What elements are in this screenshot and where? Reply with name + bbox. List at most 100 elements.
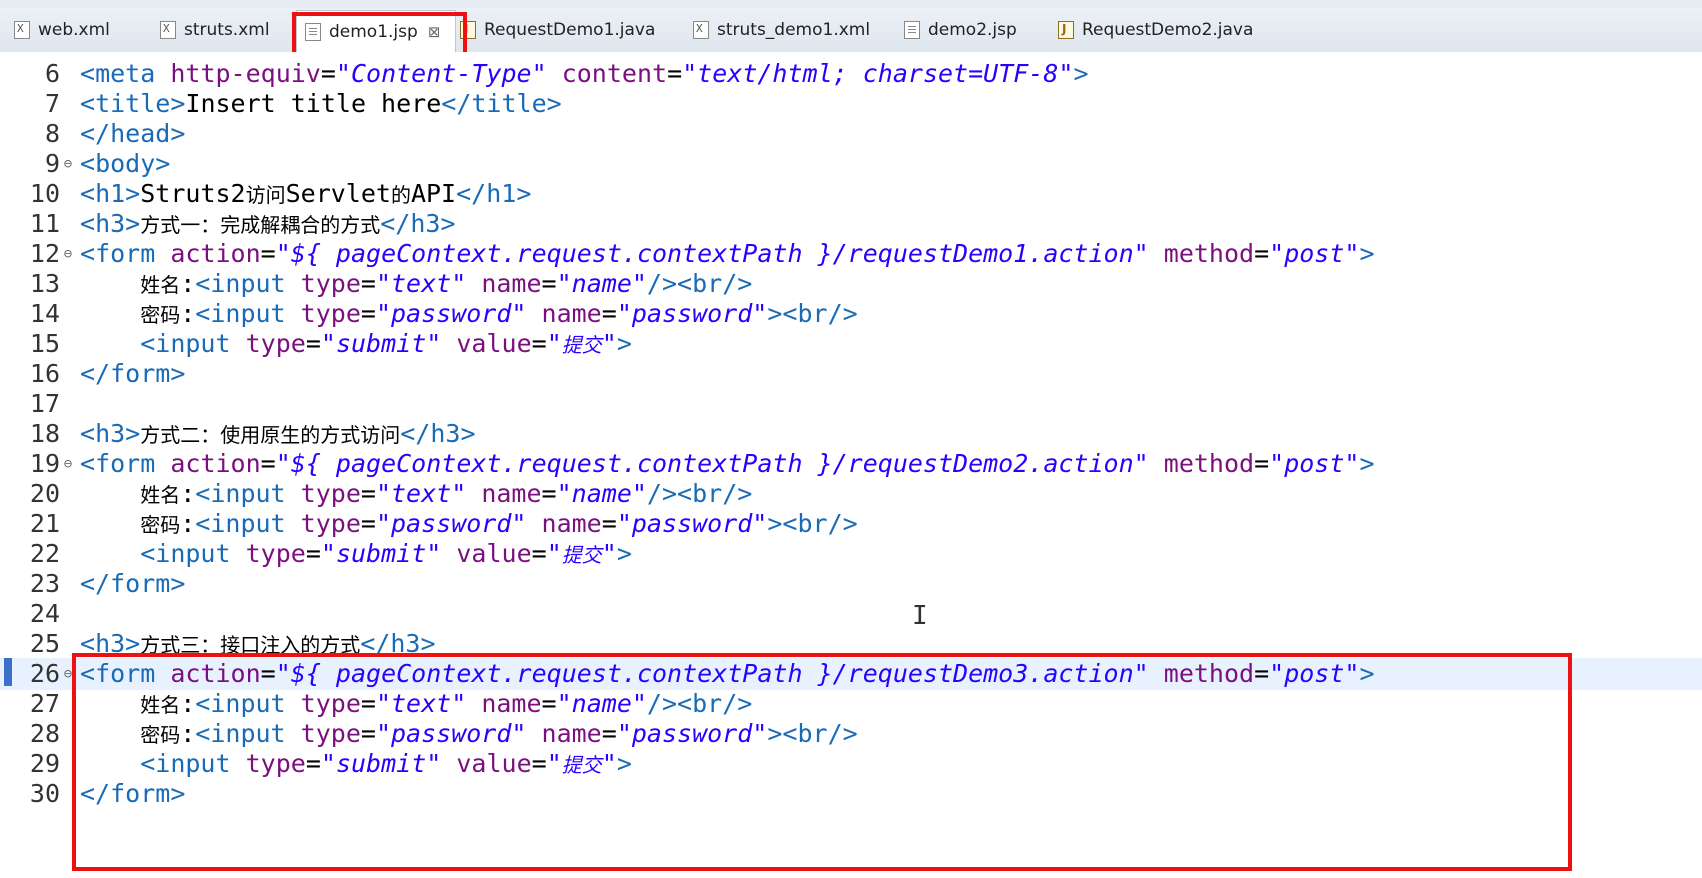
line-number: 21 — [29, 509, 60, 538]
code-line-29[interactable]: 29 <input type="submit" value="提交"> — [0, 748, 1702, 780]
line-number: 16 — [29, 359, 60, 388]
code-line-25[interactable]: 25 <h3>方式三：接口注入的方式</h3> — [0, 628, 1702, 660]
code-line-9[interactable]: 9 ⊖ <body> — [0, 148, 1702, 180]
code-line-16[interactable]: 16 </form> — [0, 358, 1702, 390]
code-text[interactable]: </form> — [80, 568, 185, 600]
tab-struts-demo1-xml[interactable]: struts_demo1.xml — [693, 10, 870, 50]
code-editor[interactable]: 6 <meta http-equiv="Content-Type" content… — [0, 52, 1702, 878]
tab-label: RequestDemo1.java — [484, 20, 656, 40]
code-text[interactable]: <h3>方式三：接口注入的方式</h3> — [80, 628, 436, 661]
line-number: 15 — [29, 329, 60, 358]
line-number: 27 — [29, 689, 60, 718]
code-line-30[interactable]: 30 </form> — [0, 778, 1702, 810]
line-number: 12 — [29, 239, 60, 268]
current-line-marker — [4, 658, 12, 686]
tab-label: struts.xml — [184, 20, 270, 40]
code-line-21[interactable]: 21 密码:<input type="password" name="passw… — [0, 508, 1702, 540]
xml-file-icon — [14, 21, 30, 39]
code-line-23[interactable]: 23 </form> — [0, 568, 1702, 600]
code-text[interactable]: </form> — [80, 778, 185, 810]
fold-toggle-icon[interactable]: ⊖ — [60, 448, 76, 480]
code-line-26[interactable]: 26 ⊖ <form action="${ pageContext.request.… — [0, 658, 1702, 690]
code-line-19[interactable]: 19 ⊖ <form action="${ pageContext.request.… — [0, 448, 1702, 480]
tab-struts-xml[interactable]: struts.xml — [160, 10, 270, 50]
code-text[interactable]: <meta http-equiv="Content-Type" content=… — [80, 58, 1089, 90]
line-number: 18 — [29, 419, 60, 448]
code-line-24[interactable]: 24 — [0, 598, 1702, 630]
fold-toggle-icon[interactable]: ⊖ — [60, 238, 76, 270]
tab-requestdemo2-java[interactable]: RequestDemo2.java — [1058, 10, 1253, 50]
code-text[interactable]: <input type="submit" value="提交"> — [80, 748, 632, 781]
line-number: 28 — [29, 719, 60, 748]
code-line-11[interactable]: 11 <h3>方式一：完成解耦合的方式</h3> — [0, 208, 1702, 240]
tab-label: demo1.jsp — [329, 21, 418, 42]
code-text[interactable]: <body> — [80, 148, 170, 180]
fold-toggle-icon[interactable]: ⊖ — [60, 148, 76, 180]
java-file-icon — [460, 21, 476, 39]
java-file-icon — [1058, 21, 1074, 39]
code-line-8[interactable]: 8 </head> — [0, 118, 1702, 150]
code-line-15[interactable]: 15 <input type="submit" value="提交"> — [0, 328, 1702, 360]
xml-file-icon — [693, 21, 709, 39]
code-line-6[interactable]: 6 <meta http-equiv="Content-Type" content… — [0, 58, 1702, 90]
code-text[interactable]: 密码:<input type="password" name="password… — [80, 718, 857, 751]
line-number: 30 — [29, 779, 60, 808]
tab-demo1-jsp[interactable]: demo1.jsp ⊠ — [296, 10, 456, 52]
tab-demo2-jsp[interactable]: demo2.jsp — [904, 10, 1017, 50]
code-line-14[interactable]: 14 密码:<input type="password" name="passw… — [0, 298, 1702, 330]
line-number: 14 — [29, 299, 60, 328]
line-number: 7 — [44, 89, 60, 118]
line-number: 8 — [44, 119, 60, 148]
code-line-13[interactable]: 13 姓名:<input type="text" name="name"/><b… — [0, 268, 1702, 300]
line-number: 29 — [29, 749, 60, 778]
line-number: 17 — [29, 389, 60, 418]
code-line-10[interactable]: 10 <h1>Struts2访问Servlet的API</h1> — [0, 178, 1702, 210]
code-text[interactable]: </form> — [80, 358, 185, 390]
fold-toggle-icon[interactable]: ⊖ — [60, 658, 76, 690]
line-number: 25 — [29, 629, 60, 658]
line-number: 13 — [29, 269, 60, 298]
code-text[interactable]: <h3>方式一：完成解耦合的方式</h3> — [80, 208, 456, 241]
editor-tab-bar: web.xml struts.xml demo1.jsp ⊠ RequestDe… — [0, 0, 1702, 53]
code-text[interactable]: 姓名:<input type="text" name="name"/><br/> — [80, 478, 752, 511]
tab-label: demo2.jsp — [928, 20, 1017, 40]
code-line-20[interactable]: 20 姓名:<input type="text" name="name"/><b… — [0, 478, 1702, 510]
code-line-27[interactable]: 27 姓名:<input type="text" name="name"/><b… — [0, 688, 1702, 720]
code-line-17[interactable]: 17 — [0, 388, 1702, 420]
code-text[interactable]: <h1>Struts2访问Servlet的API</h1> — [80, 178, 531, 211]
code-text[interactable]: 密码:<input type="password" name="password… — [80, 298, 857, 331]
text-cursor-icon: I — [912, 601, 928, 631]
tab-bar-top-strip — [0, 0, 1702, 8]
close-icon[interactable]: ⊠ — [428, 23, 441, 41]
code-text[interactable]: 姓名:<input type="text" name="name"/><br/> — [80, 688, 752, 721]
code-text[interactable]: 姓名:<input type="text" name="name"/><br/> — [80, 268, 752, 301]
code-line-28[interactable]: 28 密码:<input type="password" name="passw… — [0, 718, 1702, 750]
code-line-22[interactable]: 22 <input type="submit" value="提交"> — [0, 538, 1702, 570]
line-number: 24 — [29, 599, 60, 628]
code-text[interactable]: <form action="${ pageContext.request.con… — [80, 238, 1375, 270]
code-text[interactable]: <h3>方式二：使用原生的方式访问</h3> — [80, 418, 476, 451]
jsp-file-icon — [904, 21, 920, 39]
tab-label: web.xml — [38, 20, 110, 40]
code-text[interactable]: <title>Insert title here</title> — [80, 88, 562, 120]
code-text[interactable]: </head> — [80, 118, 185, 150]
code-text[interactable]: <input type="submit" value="提交"> — [80, 328, 632, 361]
line-number: 23 — [29, 569, 60, 598]
tab-label: RequestDemo2.java — [1082, 20, 1254, 40]
code-line-18[interactable]: 18 <h3>方式二：使用原生的方式访问</h3> — [0, 418, 1702, 450]
jsp-file-icon — [305, 22, 321, 41]
code-text[interactable]: <form action="${ pageContext.request.con… — [80, 448, 1375, 480]
tab-requestdemo1-java[interactable]: RequestDemo1.java — [460, 10, 655, 50]
line-number: 19 — [29, 449, 60, 478]
code-text[interactable]: <form action="${ pageContext.request.con… — [80, 658, 1375, 690]
line-number: 20 — [29, 479, 60, 508]
line-number: 22 — [29, 539, 60, 568]
code-line-12[interactable]: 12 ⊖ <form action="${ pageContext.request.… — [0, 238, 1702, 270]
code-text[interactable]: 密码:<input type="password" name="password… — [80, 508, 857, 541]
xml-file-icon — [160, 21, 176, 39]
tab-label: struts_demo1.xml — [717, 20, 871, 40]
tab-web-xml[interactable]: web.xml — [14, 10, 110, 50]
code-line-7[interactable]: 7 <title>Insert title here</title> — [0, 88, 1702, 120]
code-text[interactable]: <input type="submit" value="提交"> — [80, 538, 632, 571]
line-number: 6 — [44, 59, 60, 88]
